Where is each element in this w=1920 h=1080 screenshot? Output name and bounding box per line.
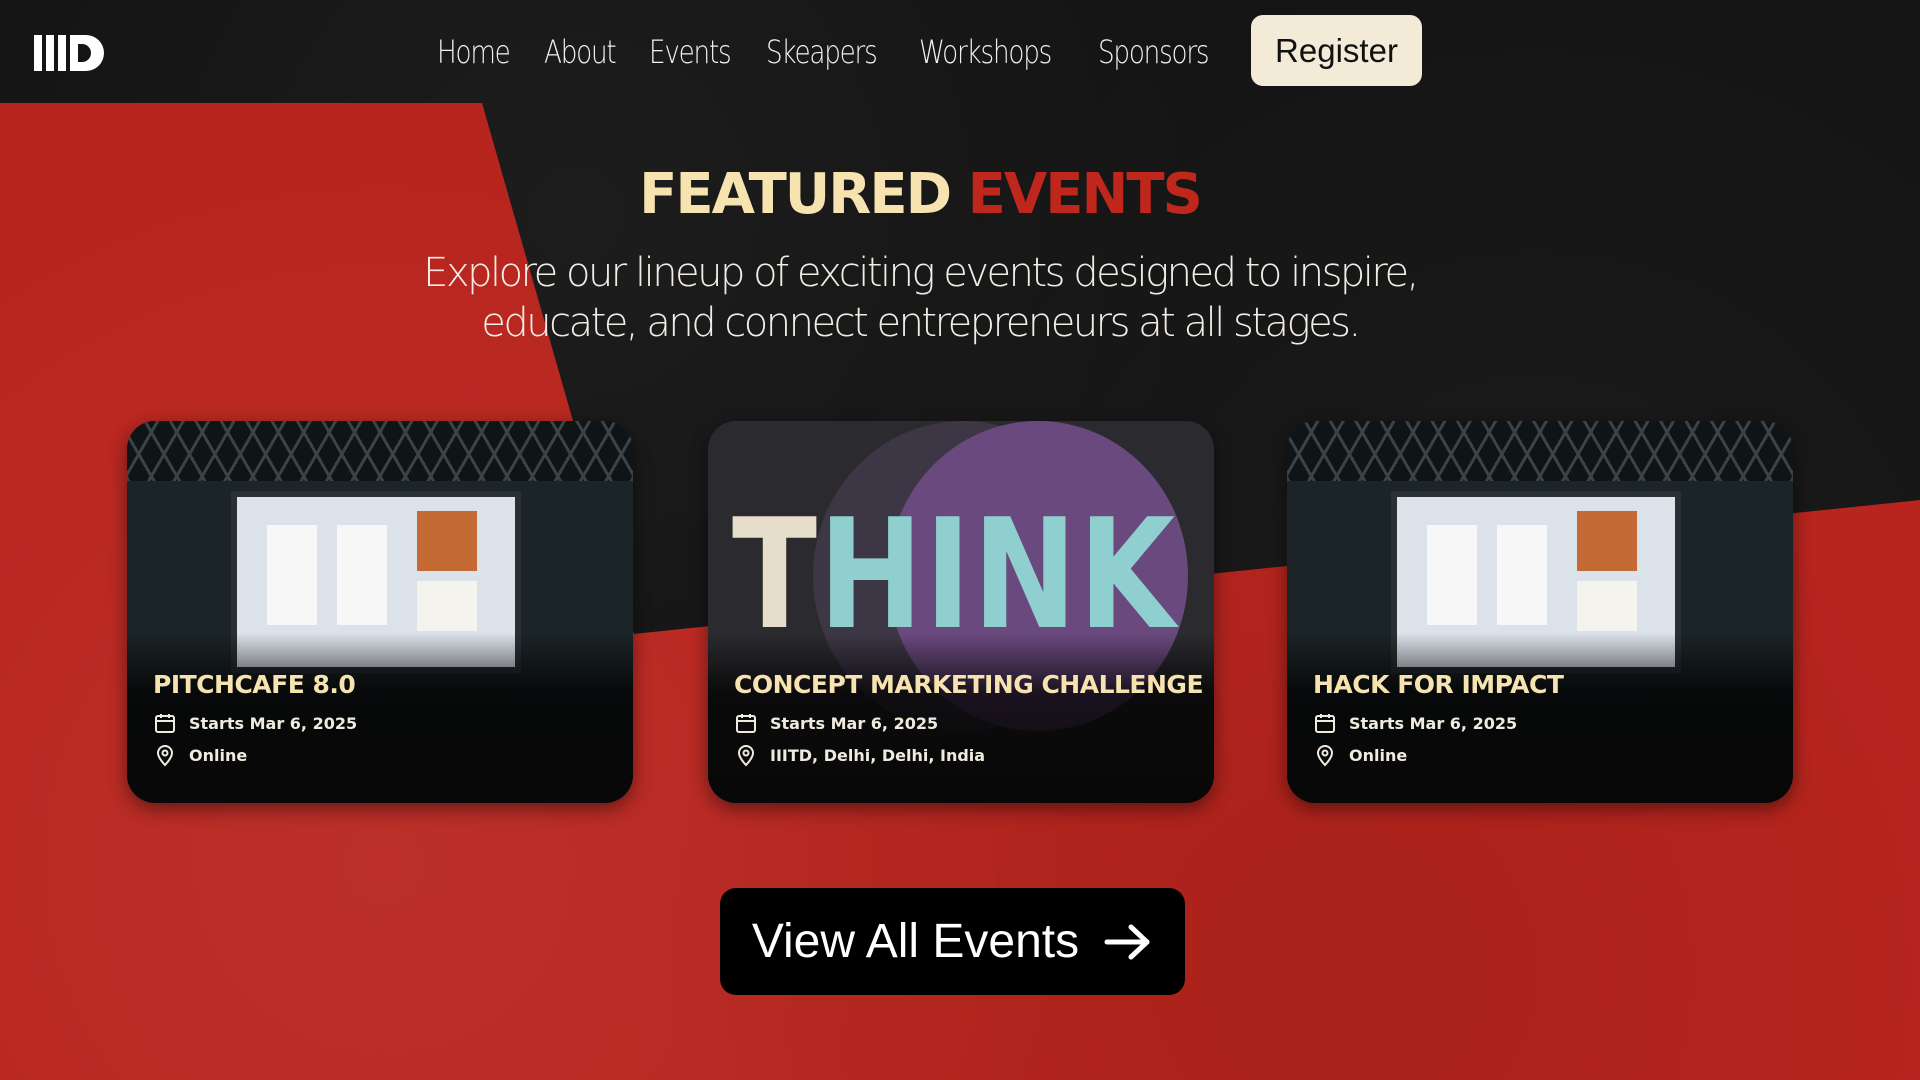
nav-link-events[interactable]: Events bbox=[649, 33, 732, 71]
logo-bar bbox=[46, 35, 54, 71]
section-title-part2: EVENTS bbox=[967, 162, 1203, 227]
event-card-info: CONCEPT MARKETING CHALLENGE Starts Mar 6… bbox=[734, 670, 1204, 771]
event-location: IIITD, Delhi, Delhi, India bbox=[770, 745, 986, 765]
arrow-right-icon bbox=[1104, 924, 1150, 959]
nav-link-sponsors[interactable]: Sponsors bbox=[1098, 33, 1210, 71]
event-card-concept-marketing[interactable]: THINK CONCEPT MARKETING CHALLENGE Starts… bbox=[708, 421, 1214, 803]
event-date-row: Starts Mar 6, 2025 bbox=[1313, 707, 1773, 739]
nav-link-home[interactable]: Home bbox=[437, 33, 511, 71]
event-title: HACK FOR IMPACT bbox=[1313, 670, 1564, 699]
event-location-row: Online bbox=[1313, 739, 1773, 771]
calendar-icon bbox=[155, 714, 175, 733]
event-location-row: Online bbox=[153, 739, 613, 771]
view-all-events-button[interactable]: View All Events bbox=[720, 888, 1185, 995]
event-title: PITCHCAFE 8.0 bbox=[153, 670, 356, 699]
event-date: Starts Mar 6, 2025 bbox=[189, 713, 358, 733]
event-location: Online bbox=[189, 745, 248, 765]
main-nav: Home About Events Skeapers Workshops Spo… bbox=[437, 26, 1212, 78]
view-all-events-label: View All Events bbox=[751, 915, 1080, 968]
section-title-part1: FEATURED bbox=[639, 162, 952, 227]
calendar-icon bbox=[1315, 714, 1335, 733]
nav-link-speakers[interactable]: Skeapers bbox=[766, 33, 878, 71]
map-pin-icon bbox=[737, 745, 755, 767]
nav-link-about[interactable]: About bbox=[544, 33, 617, 71]
section-title: FEATURED EVENTS bbox=[0, 162, 1840, 227]
logo-bar bbox=[58, 35, 66, 71]
map-pin-icon bbox=[156, 745, 174, 767]
event-date-row: Starts Mar 6, 2025 bbox=[153, 707, 613, 739]
site-logo[interactable] bbox=[34, 34, 112, 72]
section-subtitle: Explore our lineup of exciting events de… bbox=[423, 250, 1419, 346]
nav-link-workshops[interactable]: Workshops bbox=[919, 33, 1052, 71]
event-date-row: Starts Mar 6, 2025 bbox=[734, 707, 1194, 739]
logo-d bbox=[70, 35, 104, 71]
event-card-info: HACK FOR IMPACT Starts Mar 6, 2025 Onlin… bbox=[1313, 670, 1773, 771]
event-title: CONCEPT MARKETING CHALLENGE bbox=[734, 670, 1204, 699]
stage-truss bbox=[127, 421, 633, 481]
event-card-hack-for-impact[interactable]: HACK FOR IMPACT Starts Mar 6, 2025 Onlin… bbox=[1287, 421, 1793, 803]
stage-truss bbox=[1287, 421, 1793, 481]
calendar-icon bbox=[736, 714, 756, 733]
event-date: Starts Mar 6, 2025 bbox=[770, 713, 939, 733]
poster-word: THINK bbox=[732, 499, 1175, 651]
register-button[interactable]: Register bbox=[1251, 15, 1422, 86]
event-date: Starts Mar 6, 2025 bbox=[1349, 713, 1518, 733]
logo-bar bbox=[34, 35, 42, 71]
map-pin-icon bbox=[1316, 745, 1334, 767]
event-card-info: PITCHCAFE 8.0 Starts Mar 6, 2025 Online bbox=[153, 670, 613, 771]
event-card-pitchcafe[interactable]: PITCHCAFE 8.0 Starts Mar 6, 2025 Online bbox=[127, 421, 633, 803]
event-location-row: IIITD, Delhi, Delhi, India bbox=[734, 739, 1194, 771]
event-location: Online bbox=[1349, 745, 1408, 765]
